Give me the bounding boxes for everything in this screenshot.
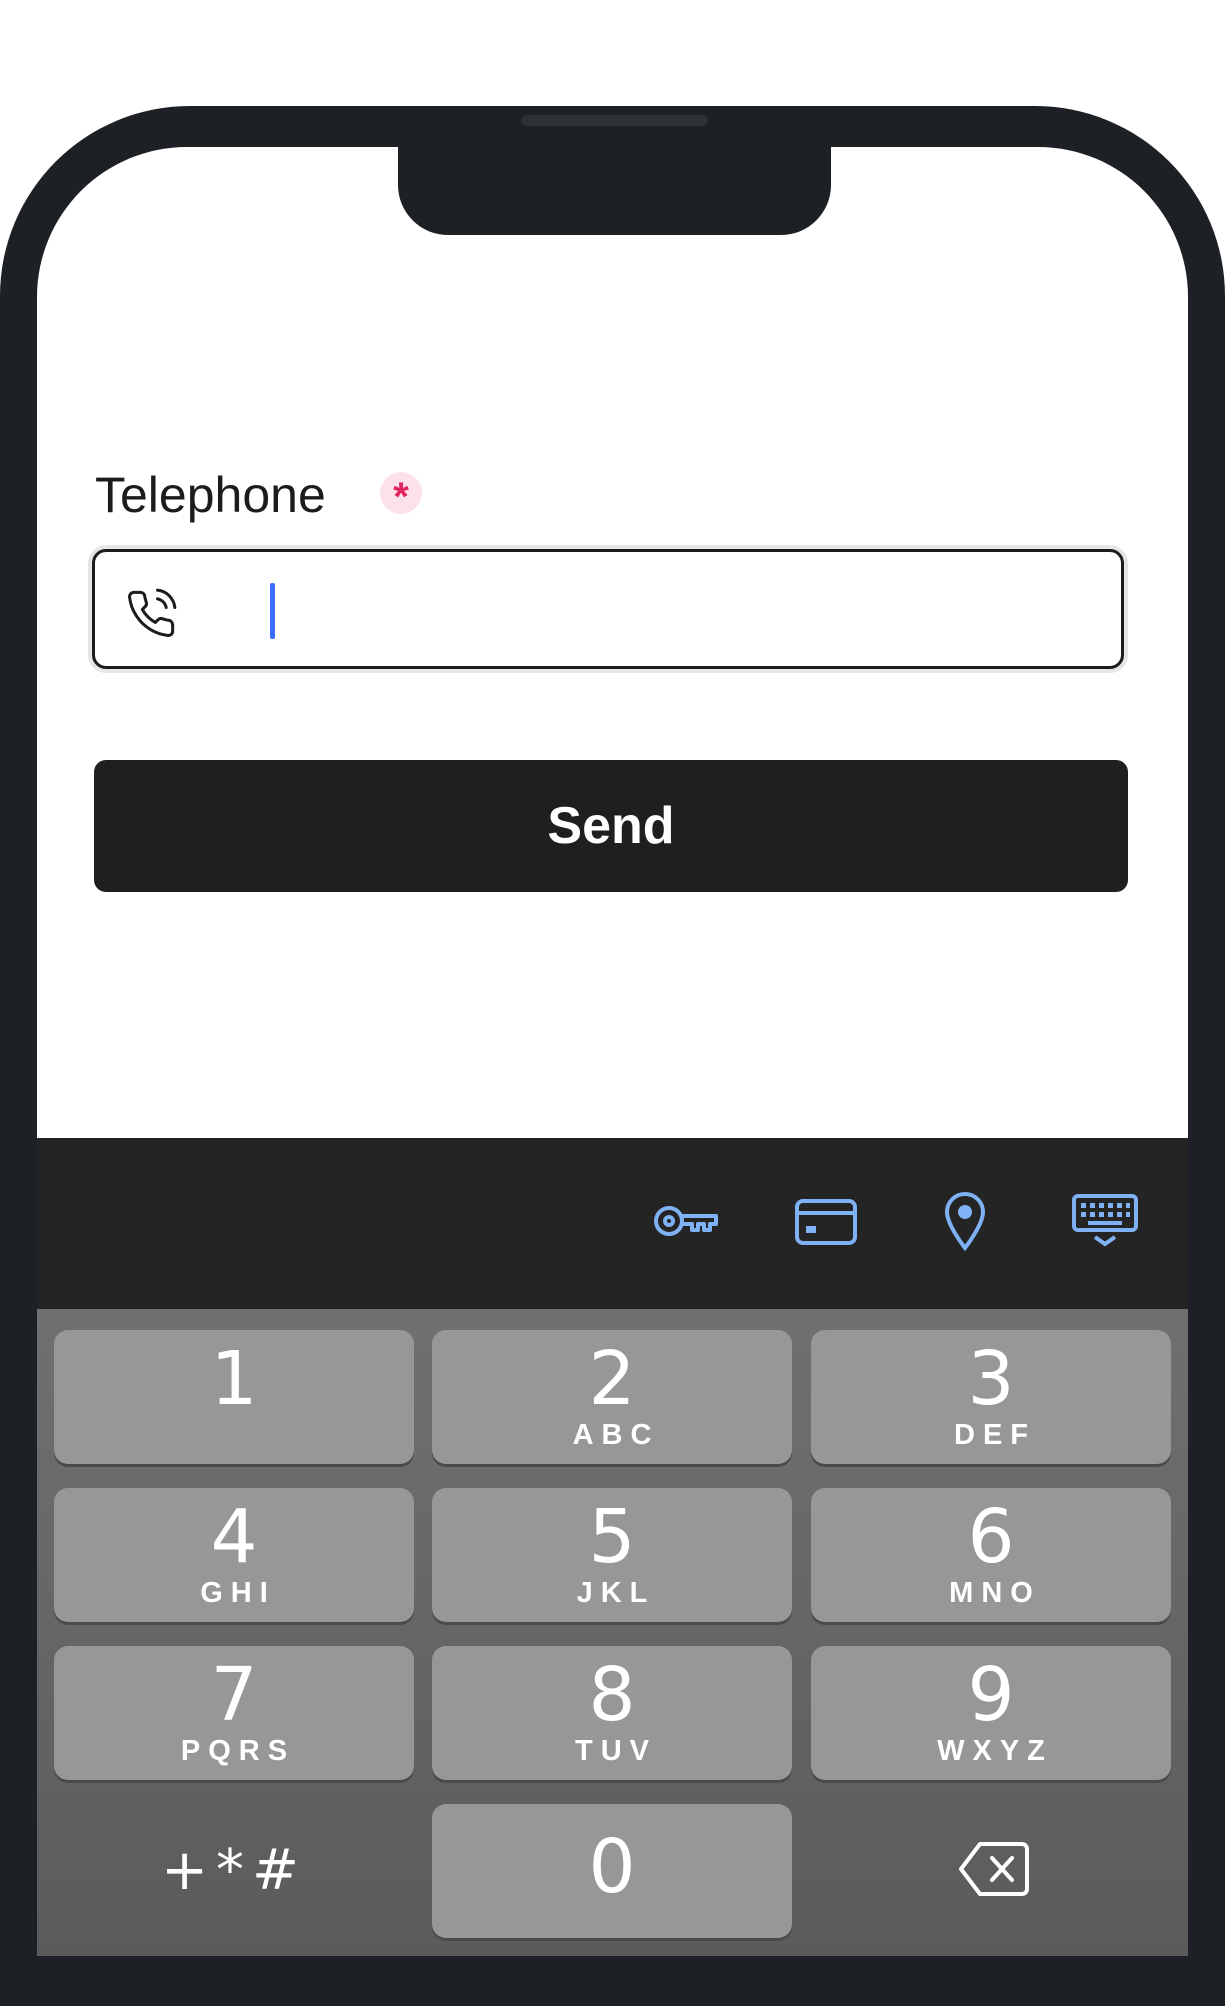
- speaker-grille: [521, 115, 708, 126]
- key-9[interactable]: 9 WXYZ: [811, 1646, 1171, 1780]
- symbols-key[interactable]: +*#: [54, 1804, 414, 1938]
- key-2[interactable]: 2 ABC: [432, 1330, 792, 1464]
- text-caret: [270, 583, 275, 639]
- key-4[interactable]: 4 GHI: [54, 1488, 414, 1622]
- backspace-icon: [958, 1839, 1030, 1904]
- key-0[interactable]: 0: [432, 1804, 792, 1938]
- phone-call-icon: [125, 588, 177, 640]
- key-1[interactable]: 1: [54, 1330, 414, 1464]
- keyboard-dismiss-icon[interactable]: [1071, 1193, 1139, 1254]
- credit-card-icon[interactable]: [794, 1198, 858, 1251]
- notch: [398, 147, 831, 235]
- location-pin-icon[interactable]: [943, 1191, 987, 1256]
- send-button[interactable]: Send: [94, 760, 1128, 892]
- key-icon[interactable]: [652, 1202, 720, 1245]
- key-3[interactable]: 3 DEF: [811, 1330, 1171, 1464]
- keyboard-accessory-bar: [37, 1138, 1188, 1309]
- delete-key[interactable]: [808, 1804, 1168, 1938]
- telephone-input[interactable]: [280, 572, 1104, 650]
- key-6[interactable]: 6 MNO: [811, 1488, 1171, 1622]
- key-8[interactable]: 8 TUV: [432, 1646, 792, 1780]
- telephone-field[interactable]: [92, 549, 1124, 669]
- phone-screen: Telephone * Send 1 2 ABC 3 DEF 4 GHI 5 J…: [37, 147, 1188, 1956]
- telephone-label: Telephone: [95, 467, 326, 523]
- key-7[interactable]: 7 PQRS: [54, 1646, 414, 1780]
- key-5[interactable]: 5 JKL: [432, 1488, 792, 1622]
- required-indicator: *: [380, 472, 422, 519]
